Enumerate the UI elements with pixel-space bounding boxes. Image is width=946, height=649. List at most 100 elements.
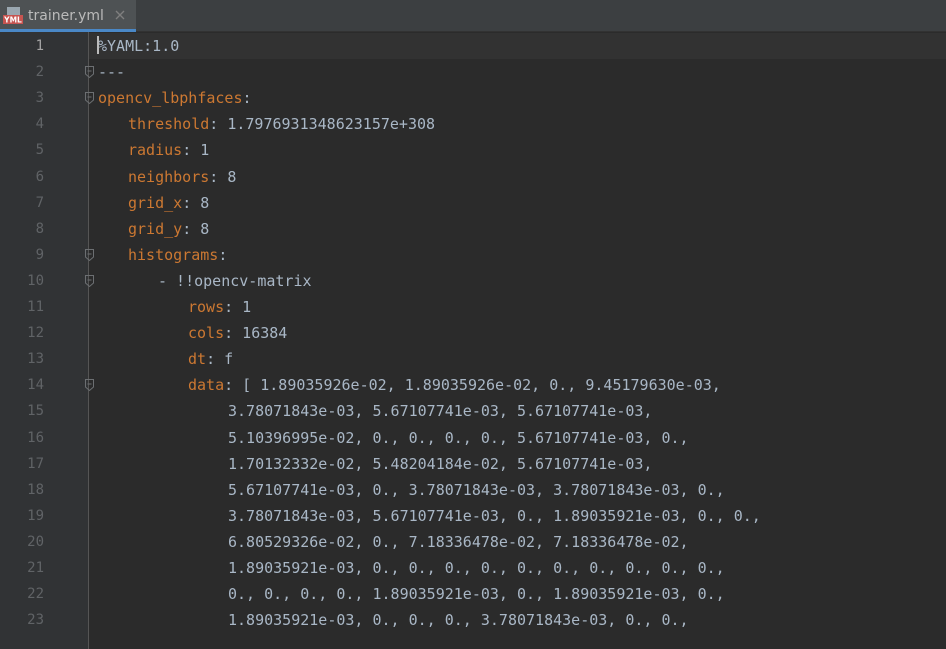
code-text: neighbors: 8 — [128, 164, 236, 190]
code-line[interactable]: 21 1.89035921e-03, 0., 0., 0., 0., 0., 0.… — [0, 555, 946, 581]
code-line[interactable]: 14 data: [ 1.89035926e-02, 1.89035926e-02… — [0, 372, 946, 398]
code-text: 6.80529326e-02, 0., 7.18336478e-02, 7.18… — [228, 529, 689, 555]
yaml-key: radius — [128, 141, 183, 160]
yaml-value: : 1 — [224, 298, 252, 316]
fold-marker-icon[interactable] — [84, 248, 95, 262]
code-line[interactable]: 10 - !!opencv-matrix — [0, 268, 946, 294]
code-text: 1.89035921e-03, 0., 0., 0., 3.78071843e-… — [228, 607, 689, 633]
line-number: 8 — [35, 220, 44, 237]
code-text: 5.10396995e-02, 0., 0., 0., 0., 5.671077… — [228, 425, 689, 451]
code-line[interactable]: 20 6.80529326e-02, 0., 7.18336478e-02, 7.… — [0, 529, 946, 555]
code-line[interactable]: 19 3.78071843e-03, 5.67107741e-03, 0., 1.… — [0, 503, 946, 529]
code-line[interactable]: 23 1.89035921e-03, 0., 0., 0., 3.78071843… — [0, 607, 946, 633]
code-text: data: [ 1.89035926e-02, 1.89035926e-02, … — [188, 372, 721, 398]
code-line[interactable]: 11 rows: 1 — [0, 294, 946, 320]
fold-marker-icon[interactable] — [84, 274, 95, 288]
yaml-value: %YAML:1.0 — [98, 37, 180, 55]
code-text: grid_y: 8 — [128, 216, 209, 242]
code-line[interactable]: 5 radius: 1 — [0, 137, 946, 163]
yaml-value: --- — [98, 63, 126, 82]
yaml-value: : 8 — [182, 193, 210, 212]
code-text: radius: 1 — [128, 137, 209, 163]
line-number: 3 — [35, 90, 44, 107]
yaml-key: grid_y — [128, 219, 183, 238]
tab-label: trainer.yml — [28, 8, 104, 24]
yaml-icon-text: YML — [3, 16, 22, 25]
tab-trainer-yml[interactable]: YML trainer.yml — [0, 0, 136, 32]
yaml-value: 6.80529326e-02, 0., 7.18336478e-02, 7.18… — [228, 532, 689, 551]
yaml-value: 0., 0., 0., 0., 1.89035921e-03, 0., 1.89… — [228, 585, 725, 604]
yaml-key: histograms — [128, 245, 219, 264]
code-line[interactable]: 22 0., 0., 0., 0., 1.89035921e-03, 0., 1.… — [0, 581, 946, 607]
yaml-value: - !!opencv-matrix — [158, 271, 312, 290]
code-line[interactable]: 2 --- — [0, 59, 946, 85]
code-text: threshold: 1.7976931348623157e+308 — [128, 111, 435, 137]
code-text: %YAML:1.0 — [98, 33, 179, 59]
editor-tab-bar: YML trainer.yml — [0, 0, 946, 32]
yaml-value: : f — [206, 350, 234, 369]
code-line[interactable]: 17 1.70132332e-02, 5.48204184e-02, 5.6710… — [0, 451, 946, 477]
yaml-value: : 8 — [182, 219, 210, 238]
yaml-key: neighbors — [128, 167, 210, 186]
line-number: 12 — [27, 325, 44, 342]
yaml-key: threshold — [128, 115, 210, 134]
text-caret — [97, 36, 99, 54]
yaml-value: : 1.7976931348623157e+308 — [209, 115, 436, 134]
line-number: 14 — [27, 377, 44, 394]
code-line[interactable]: 7 grid_x: 8 — [0, 190, 946, 216]
yaml-key: data — [188, 376, 225, 395]
code-line[interactable]: 13 dt: f — [0, 346, 946, 372]
yaml-key: rows — [188, 298, 225, 316]
line-number: 9 — [35, 246, 44, 263]
line-number: 22 — [27, 586, 44, 603]
code-text: --- — [98, 59, 125, 85]
code-line[interactable]: 15 3.78071843e-03, 5.67107741e-03, 5.6710… — [0, 398, 946, 424]
line-number: 6 — [35, 168, 44, 185]
yaml-value: : — [242, 89, 252, 108]
code-line[interactable]: 18 5.67107741e-03, 0., 3.78071843e-03, 3.… — [0, 477, 946, 503]
fold-marker-icon[interactable] — [84, 378, 95, 392]
line-number: 11 — [27, 299, 44, 315]
yaml-value: : 8 — [209, 167, 237, 186]
yaml-value: 1.89035921e-03, 0., 0., 0., 3.78071843e-… — [228, 611, 689, 630]
line-number: 5 — [35, 142, 44, 159]
line-number: 23 — [27, 612, 44, 629]
code-line[interactable]: 1 %YAML:1.0 — [0, 33, 946, 59]
line-number: 19 — [27, 507, 44, 524]
code-line[interactable]: 3 opencv_lbphfaces: — [0, 85, 946, 111]
yaml-file-icon: YML — [3, 7, 23, 24]
code-line[interactable]: 9 histograms: — [0, 242, 946, 268]
close-icon[interactable] — [114, 9, 126, 21]
code-text: opencv_lbphfaces: — [98, 85, 252, 111]
yaml-value: : 1 — [182, 141, 210, 160]
code-text: cols: 16384 — [188, 320, 287, 346]
code-line[interactable]: 6 neighbors: 8 — [0, 164, 946, 190]
line-number: 2 — [35, 64, 44, 81]
yaml-key: opencv_lbphfaces — [98, 89, 243, 108]
code-text: - !!opencv-matrix — [158, 268, 312, 294]
yaml-key: grid_x — [128, 193, 183, 212]
line-number: 4 — [35, 116, 44, 133]
line-number: 20 — [27, 533, 44, 550]
code-text: rows: 1 — [188, 294, 251, 320]
code-editor[interactable]: 1 %YAML:1.0 2 --- 3 opencv_lbphfaces: 4 thresho… — [0, 32, 946, 649]
code-text: 3.78071843e-03, 5.67107741e-03, 5.671077… — [228, 398, 652, 424]
code-line[interactable]: 4 threshold: 1.7976931348623157e+308 — [0, 111, 946, 137]
line-number: 15 — [27, 403, 44, 420]
code-text: 1.89035921e-03, 0., 0., 0., 0., 0., 0., … — [228, 555, 725, 581]
yaml-key: cols — [188, 324, 225, 343]
yaml-value: 5.10396995e-02, 0., 0., 0., 0., 5.671077… — [228, 428, 689, 447]
code-text: dt: f — [188, 346, 233, 372]
line-number: 17 — [27, 455, 44, 472]
line-number: 10 — [27, 272, 44, 289]
yaml-value: : [ 1.89035926e-02, 1.89035926e-02, 0., … — [224, 376, 721, 395]
code-line[interactable]: 12 cols: 16384 — [0, 320, 946, 346]
code-line[interactable]: 16 5.10396995e-02, 0., 0., 0., 0., 5.6710… — [0, 425, 946, 451]
yaml-value: 5.67107741e-03, 0., 3.78071843e-03, 3.78… — [228, 480, 725, 499]
fold-marker-icon[interactable] — [84, 65, 95, 79]
code-text: 5.67107741e-03, 0., 3.78071843e-03, 3.78… — [228, 477, 725, 503]
code-line[interactable]: 8 grid_y: 8 — [0, 216, 946, 242]
fold-marker-icon[interactable] — [84, 91, 95, 105]
code-text: 1.70132332e-02, 5.48204184e-02, 5.671077… — [228, 451, 652, 477]
code-text: 3.78071843e-03, 5.67107741e-03, 0., 1.89… — [228, 503, 761, 529]
